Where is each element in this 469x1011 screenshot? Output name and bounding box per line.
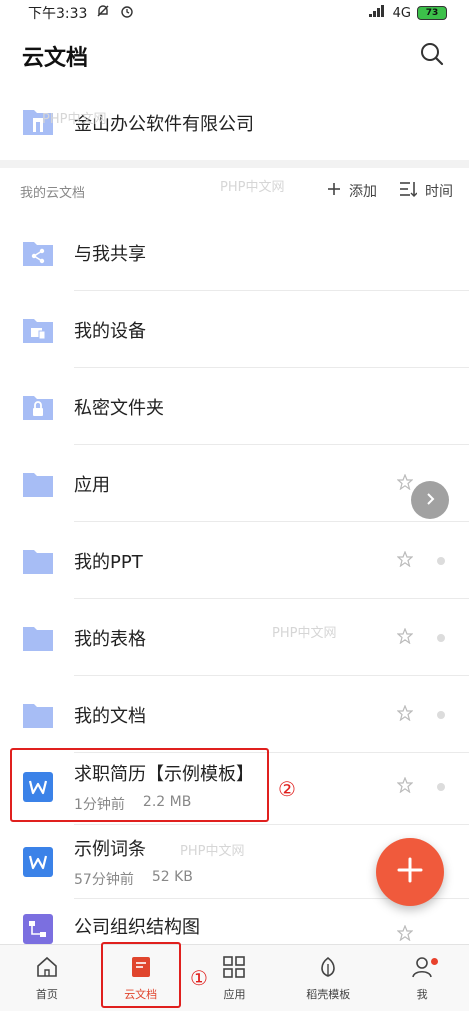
- cloud-tab-highlight-box: [101, 942, 181, 1008]
- watermark-text: PHP中文网: [42, 112, 107, 127]
- star-icon[interactable]: [396, 924, 414, 945]
- side-scroll-button[interactable]: [411, 481, 449, 519]
- tab-label: 应用: [223, 987, 246, 1001]
- network-type: 4G: [392, 5, 411, 21]
- list-item-sheets[interactable]: 我的表格: [0, 599, 469, 676]
- list-item-ppt[interactable]: 我的PPT: [0, 522, 469, 599]
- plus-icon: [327, 182, 341, 200]
- list-item-devices[interactable]: 我的设备: [0, 291, 469, 368]
- star-icon[interactable]: [396, 703, 414, 725]
- search-icon[interactable]: [419, 41, 445, 71]
- more-dot[interactable]: [437, 633, 445, 642]
- section-divider: [0, 160, 469, 168]
- status-time: 下午3:33: [28, 6, 88, 22]
- annotation-one: ①: [190, 966, 208, 990]
- signal-icon: [368, 5, 387, 21]
- add-button[interactable]: 添加: [327, 181, 377, 201]
- list-item-shared[interactable]: 与我共享: [0, 214, 469, 291]
- watermark-text: PHP中文网: [272, 626, 337, 641]
- star-icon[interactable]: [396, 775, 414, 797]
- item-name: 与我共享: [74, 243, 146, 265]
- sort-label: 时间: [425, 184, 453, 200]
- battery-level: 73: [425, 8, 439, 18]
- battery-icon: 73: [417, 6, 447, 20]
- watermark-text: PHP中文网: [180, 844, 245, 859]
- watermark-text: PHP中文网: [220, 180, 285, 195]
- tab-me[interactable]: 我: [375, 945, 469, 1011]
- plus-icon: [397, 857, 423, 887]
- resume-highlight-box: [10, 748, 269, 822]
- mindmap-icon: [22, 913, 54, 945]
- more-dot[interactable]: [437, 556, 445, 565]
- folder-icon: [22, 545, 54, 577]
- more-dot[interactable]: [437, 710, 445, 719]
- tab-label: 首页: [35, 987, 58, 1001]
- app-bar: 云文档: [0, 26, 469, 86]
- item-name: 私密文件夹: [74, 397, 164, 419]
- add-label: 添加: [349, 184, 377, 200]
- folder-icon: [22, 622, 54, 654]
- star-icon[interactable]: [396, 626, 414, 648]
- folder-icon: [22, 468, 54, 500]
- sort-icon: [399, 181, 418, 201]
- alarm-icon: [119, 3, 135, 23]
- share-folder-icon: [22, 237, 54, 269]
- word-doc-icon: [22, 846, 54, 878]
- item-time: 57分钟前: [74, 872, 134, 888]
- new-document-fab[interactable]: [376, 838, 444, 906]
- home-icon: [35, 955, 59, 982]
- status-bar: 下午3:33 4G 73: [0, 0, 469, 26]
- folder-icon: [22, 699, 54, 731]
- sort-button[interactable]: 时间: [399, 181, 453, 201]
- lock-folder-icon: [22, 391, 54, 423]
- device-folder-icon: [22, 314, 54, 346]
- bottom-tab-bar: 首页 云文档 应用 稻壳模板 我: [0, 944, 469, 1011]
- more-dot[interactable]: [437, 782, 445, 791]
- apps-grid-icon: [222, 955, 246, 982]
- tab-templates[interactable]: 稻壳模板: [281, 945, 375, 1011]
- list-item-private[interactable]: 私密文件夹: [0, 368, 469, 445]
- section-title: 我的云文档: [20, 185, 86, 201]
- star-icon[interactable]: [396, 472, 414, 494]
- profile-icon: [410, 955, 434, 982]
- tab-label: 我: [416, 987, 428, 1001]
- annotation-two: ②: [278, 777, 296, 801]
- chevron-right-icon: [423, 491, 437, 510]
- list-item-docs[interactable]: 我的文档: [0, 676, 469, 753]
- list-item-apps[interactable]: 应用: [0, 445, 469, 522]
- leaf-icon: [316, 955, 340, 982]
- item-name: 我的设备: [74, 320, 146, 342]
- mute-bell-icon: [95, 3, 111, 23]
- page-title: 云文档: [22, 46, 89, 71]
- tab-home[interactable]: 首页: [0, 945, 94, 1011]
- item-size: 52 KB: [151, 869, 193, 885]
- notification-dot: [431, 958, 439, 965]
- tab-label: 稻壳模板: [306, 987, 351, 1001]
- star-icon[interactable]: [396, 549, 414, 571]
